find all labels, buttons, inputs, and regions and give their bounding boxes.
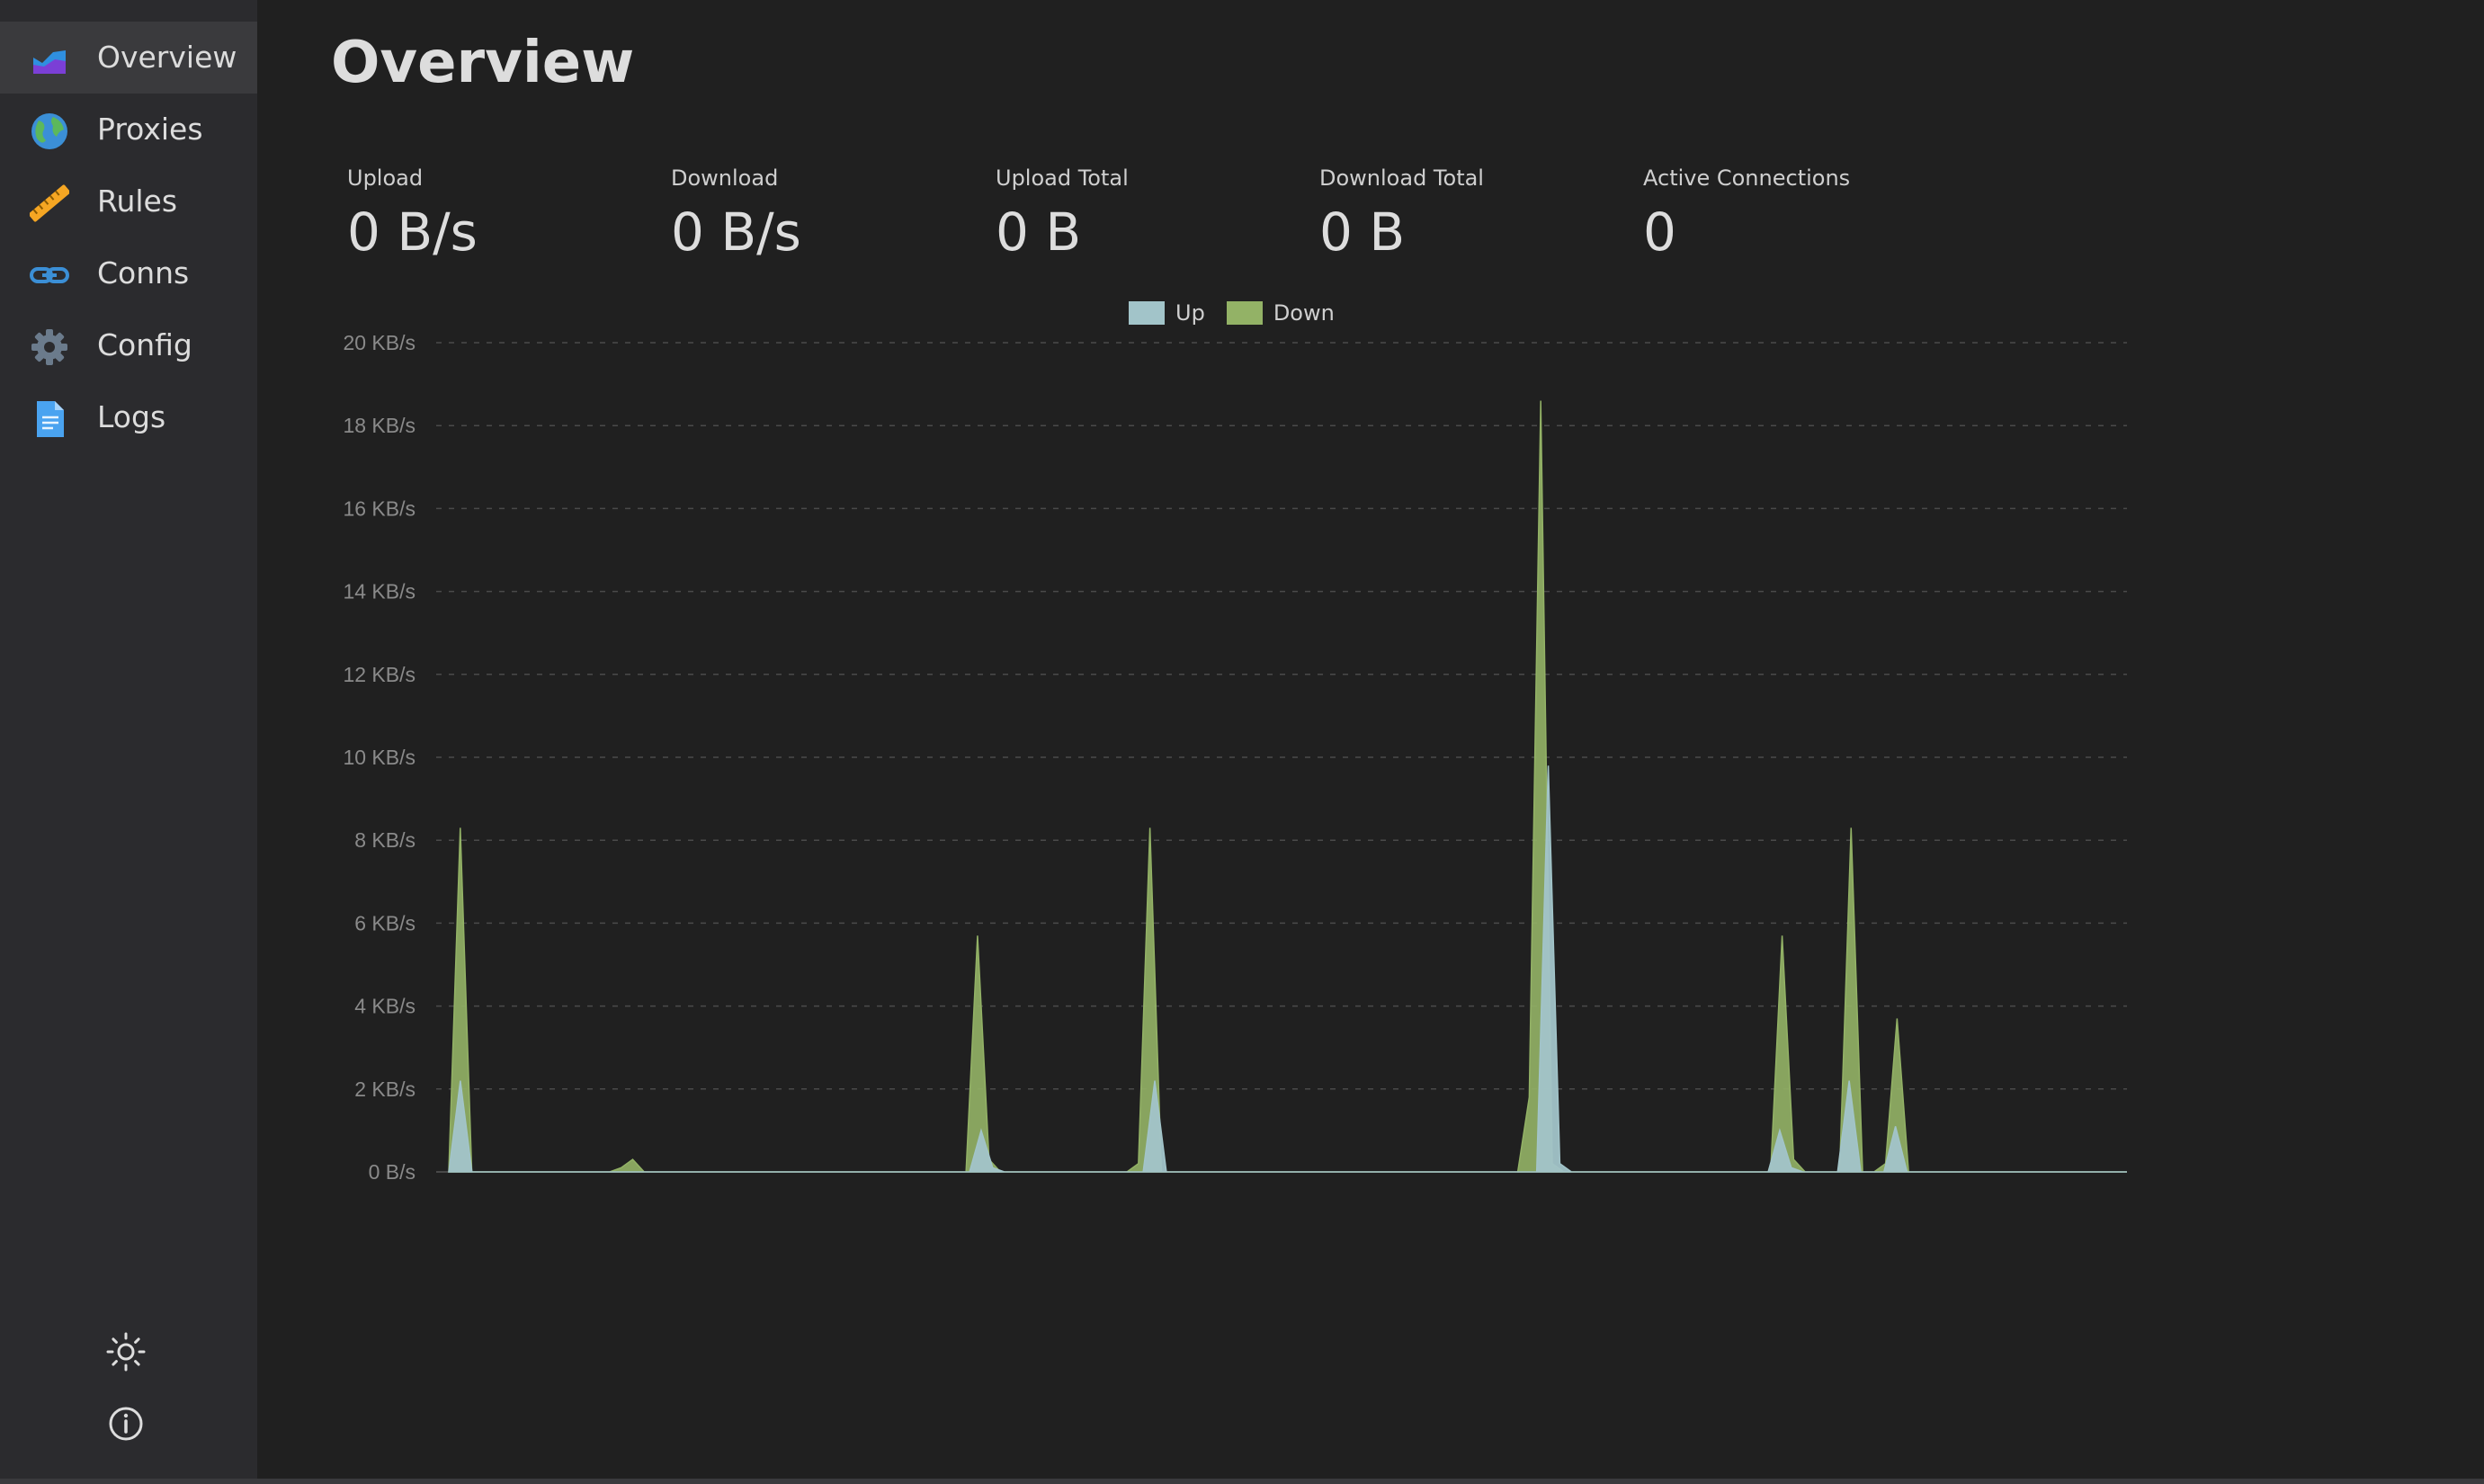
theme-toggle-button[interactable]	[105, 1331, 147, 1372]
traffic-chart-svg: 0 B/s 2 KB/s 4 KB/s 6 KB/s 8 KB/s 10 KB/s 12 K…	[343, 331, 2127, 1184]
bottom-border	[0, 1479, 2484, 1484]
about-button[interactable]	[105, 1403, 147, 1444]
y-tick-label: 12 KB/s	[343, 663, 415, 686]
info-icon	[105, 1403, 147, 1444]
y-tick-label: 4 KB/s	[354, 995, 415, 1018]
y-tick-label: 2 KB/s	[354, 1077, 415, 1101]
y-tick-label: 6 KB/s	[354, 911, 415, 934]
y-tick-label: 0 B/s	[369, 1160, 415, 1184]
y-tick-label: 16 KB/s	[343, 496, 415, 520]
y-tick-label: 8 KB/s	[354, 828, 415, 852]
y-tick-label: 18 KB/s	[343, 414, 415, 437]
sun-icon	[105, 1331, 147, 1372]
y-tick-label: 14 KB/s	[343, 580, 415, 603]
series-down-area	[448, 400, 2127, 1173]
y-tick-label: 10 KB/s	[343, 746, 415, 769]
series-up-area	[448, 765, 2127, 1173]
y-tick-label: 20 KB/s	[343, 331, 415, 354]
